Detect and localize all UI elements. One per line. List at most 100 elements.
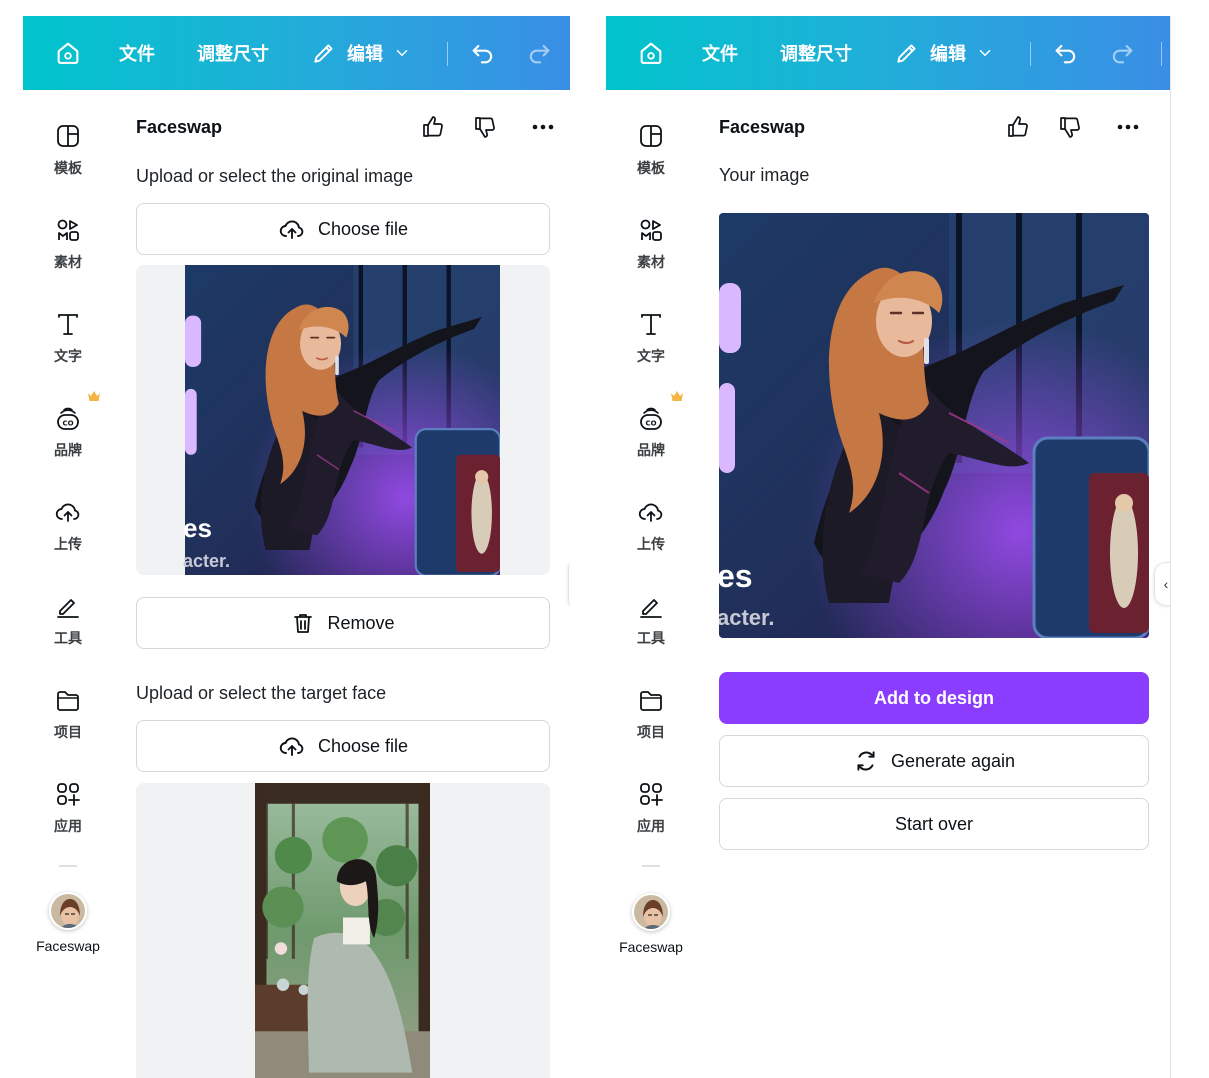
sidebar-item-templates[interactable]: 模板 xyxy=(23,116,113,196)
avatar xyxy=(49,892,87,930)
start-over-button[interactable]: Start over xyxy=(719,798,1149,850)
result-image xyxy=(719,213,1149,638)
home-button[interactable] xyxy=(636,16,666,90)
sidebar-item-faceswap[interactable]: Faceswap xyxy=(23,892,113,954)
original-image-preview: es acter. xyxy=(136,265,550,575)
edit-menu-button[interactable]: 编辑 xyxy=(894,16,994,90)
undo-button[interactable] xyxy=(1052,16,1080,90)
tools-icon xyxy=(637,592,665,620)
sidebar-item-label: 文字 xyxy=(54,348,82,364)
result-image-preview[interactable]: es acter. xyxy=(719,213,1149,638)
chevron-left-icon: ‹ xyxy=(1163,576,1169,592)
topbar-divider xyxy=(1030,42,1031,66)
sidebar-item-label: 品牌 xyxy=(54,442,82,458)
avatar xyxy=(632,893,670,931)
sidebar-divider xyxy=(642,865,660,867)
crown-icon xyxy=(670,390,684,402)
home-icon xyxy=(54,39,82,67)
elements-icon xyxy=(637,216,665,244)
sidebar-item-label: 模板 xyxy=(54,160,82,176)
target-face-label: Upload or select the target face xyxy=(136,683,387,703)
remove-label: Remove xyxy=(327,612,395,633)
sidebar-item-uploads[interactable]: 上传 xyxy=(606,492,696,572)
thumbs-up-icon[interactable] xyxy=(420,114,446,140)
brand-icon xyxy=(637,404,665,432)
result-label: Your image xyxy=(719,165,810,185)
sidebar-item-brand[interactable]: 品牌 xyxy=(606,398,696,478)
edit-menu-button[interactable]: 编辑 xyxy=(311,16,411,90)
tools-icon xyxy=(54,592,82,620)
upload-icon xyxy=(637,498,665,526)
thumbs-up-icon[interactable] xyxy=(1005,114,1031,140)
resize-button[interactable]: 调整尺寸 xyxy=(197,16,269,90)
topbar-divider xyxy=(447,42,448,66)
sidebar-item-label: 项目 xyxy=(637,724,665,740)
target-face-image xyxy=(255,783,430,1078)
home-icon xyxy=(637,39,665,67)
sidebar-item-projects[interactable]: 项目 xyxy=(23,680,113,760)
file-menu-button[interactable]: 文件 xyxy=(702,16,738,90)
sidebar-divider xyxy=(59,865,77,867)
topbar-divider xyxy=(1161,42,1162,66)
sidebar-item-elements[interactable]: 素材 xyxy=(23,210,113,290)
undo-button[interactable] xyxy=(469,16,497,90)
add-to-design-button[interactable]: Add to design xyxy=(719,672,1149,724)
sidebar-item-label: 品牌 xyxy=(637,442,665,458)
sidebar-item-templates[interactable]: 模板 xyxy=(606,116,696,196)
folder-icon xyxy=(54,686,82,714)
sidebar-item-apps[interactable]: 应用 xyxy=(606,774,696,854)
crown-icon xyxy=(87,390,101,402)
side-nav: 模板 素材 文字 品牌 上传 工具 项目 应用 Faceswap xyxy=(23,90,113,1078)
editor-topbar: 文件 调整尺寸 编辑 xyxy=(606,16,1170,90)
sidebar-item-brand[interactable]: 品牌 xyxy=(23,398,113,478)
upload-icon xyxy=(54,498,82,526)
sidebar-item-text[interactable]: 文字 xyxy=(23,304,113,384)
file-menu-button[interactable]: 文件 xyxy=(119,16,155,90)
undo-icon xyxy=(469,39,497,67)
chevron-down-icon xyxy=(976,44,994,62)
text-icon xyxy=(54,310,82,338)
sidebar-item-projects[interactable]: 项目 xyxy=(606,680,696,760)
sidebar-item-label: 模板 xyxy=(637,160,665,176)
generate-again-button[interactable]: Generate again xyxy=(719,735,1149,787)
redo-button[interactable] xyxy=(1108,16,1136,90)
sidebar-item-text[interactable]: 文字 xyxy=(606,304,696,384)
edit-label: 编辑 xyxy=(930,44,966,64)
panel-collapse-handle[interactable] xyxy=(568,562,570,606)
sidebar-item-label: 应用 xyxy=(54,818,82,834)
more-options-icon[interactable] xyxy=(530,114,556,140)
elements-icon xyxy=(54,216,82,244)
sidebar-item-tools[interactable]: 工具 xyxy=(23,586,113,666)
faceswap-content: Faceswap Upload or select the original i… xyxy=(136,90,550,1078)
thumbs-down-icon[interactable] xyxy=(1057,114,1083,140)
original-image xyxy=(185,265,500,575)
faceswap-app-icon xyxy=(51,894,87,930)
sidebar-item-apps[interactable]: 应用 xyxy=(23,774,113,854)
home-button[interactable] xyxy=(53,16,83,90)
choose-file-label: Choose file xyxy=(317,735,409,756)
folder-icon xyxy=(637,686,665,714)
sidebar-item-faceswap[interactable]: Faceswap xyxy=(606,893,696,955)
side-nav: 模板 素材 文字 品牌 上传 工具 项目 应用 Faceswap xyxy=(606,90,696,1078)
redo-icon xyxy=(525,39,553,67)
resize-button[interactable]: 调整尺寸 xyxy=(780,16,852,90)
sidebar-item-elements[interactable]: 素材 xyxy=(606,210,696,290)
choose-target-file-button[interactable]: Choose file xyxy=(136,720,550,772)
choose-original-file-button[interactable]: Choose file xyxy=(136,203,550,255)
redo-button[interactable] xyxy=(525,16,553,90)
more-options-icon[interactable] xyxy=(1115,114,1141,140)
trash-icon xyxy=(291,611,315,635)
image-overlay-text: acter. xyxy=(183,551,231,571)
sidebar-item-tools[interactable]: 工具 xyxy=(606,586,696,666)
pencil-icon xyxy=(894,40,920,66)
faceswap-app-icon xyxy=(634,895,670,931)
sidebar-item-label: 上传 xyxy=(54,536,82,552)
panel-header: Faceswap xyxy=(719,114,1149,140)
thumbs-down-icon[interactable] xyxy=(472,114,498,140)
target-face-preview xyxy=(136,783,550,1078)
panel-collapse-button[interactable]: ‹ xyxy=(1154,562,1170,606)
sidebar-item-uploads[interactable]: 上传 xyxy=(23,492,113,572)
generate-again-label: Generate again xyxy=(890,750,1016,771)
faceswap-content: Faceswap Your image es acter. Add to des… xyxy=(719,90,1149,1078)
remove-button[interactable]: Remove xyxy=(136,597,550,649)
